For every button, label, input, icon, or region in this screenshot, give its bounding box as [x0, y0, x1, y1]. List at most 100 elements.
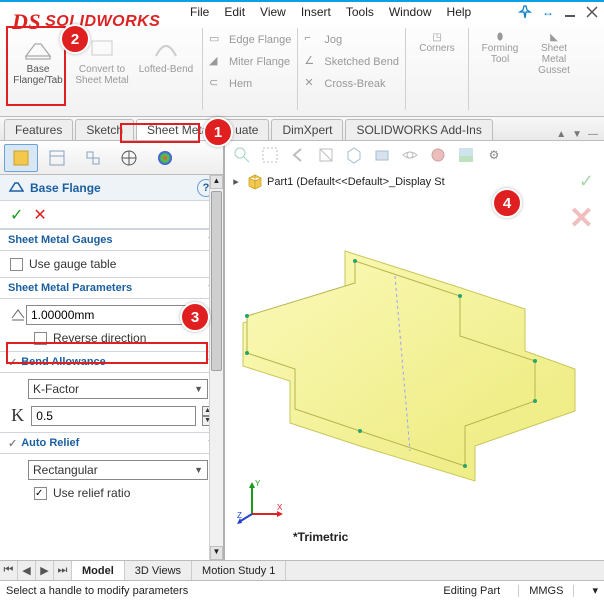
sketched-bend-icon: ∠	[304, 54, 320, 70]
tab-nav-first-icon[interactable]: ⏮	[0, 561, 18, 580]
jog-button[interactable]: ⌐Jog	[304, 30, 399, 50]
menu-help[interactable]: Help	[447, 5, 472, 19]
use-gauge-checkbox[interactable]: Use gauge table	[10, 257, 213, 271]
relief-type-select[interactable]: Rectangular▼	[28, 460, 208, 480]
k-label: K	[10, 405, 25, 426]
zoom-area-icon[interactable]	[259, 144, 281, 166]
tab-nav-next-icon[interactable]: ▶	[36, 561, 54, 580]
design-tree-row[interactable]: ▸ Part1 (Default<<Default>_Display St ✓	[225, 169, 604, 194]
forming-icon: ⬮	[497, 32, 503, 43]
expand-icon[interactable]: ▸	[229, 175, 243, 188]
search-icon[interactable]: ↔	[542, 5, 554, 19]
forming-tool-button[interactable]: ⬮ Forming Tool	[475, 28, 525, 110]
annotation-marker-2: 2	[60, 24, 90, 54]
gusset-button[interactable]: ◣ Sheet Metal Gusset	[529, 28, 579, 110]
panel-tab-property-icon[interactable]	[40, 144, 74, 172]
menu-window[interactable]: Window	[389, 5, 432, 19]
corners-icon: ◳	[432, 32, 441, 43]
corners-button[interactable]: ◳ Corners	[412, 28, 462, 110]
svg-text:X: X	[277, 503, 283, 512]
panel-scrollbar[interactable]: ▲ ▼	[209, 175, 223, 560]
display-style-icon[interactable]	[371, 144, 393, 166]
panel-tab-config-icon[interactable]	[76, 144, 110, 172]
expand-dd-icon[interactable]: ▼	[572, 129, 582, 140]
menu-tools[interactable]: Tools	[346, 5, 374, 19]
scroll-thumb[interactable]	[211, 191, 222, 371]
annotation-marker-4: 4	[492, 188, 522, 218]
menu-insert[interactable]: Insert	[301, 5, 331, 19]
thickness-icon	[10, 306, 26, 325]
panel-tab-feature-icon[interactable]	[4, 144, 38, 172]
minimize-icon[interactable]	[564, 6, 576, 18]
command-tabs: Features Sketch Sheet Metal uate DimXper…	[0, 117, 604, 141]
k-value-input[interactable]	[31, 406, 196, 426]
reject-icon[interactable]: ✕	[569, 201, 594, 236]
base-flange-title-icon	[8, 179, 24, 196]
jog-icon: ⌐	[304, 32, 320, 48]
status-more-icon[interactable]: ▾	[592, 584, 598, 597]
tab-dimxpert[interactable]: DimXpert	[271, 119, 343, 140]
bottom-tabs: ⏮ ◀ ▶ ⏭ Model 3D Views Motion Study 1	[0, 560, 604, 580]
tab-model[interactable]: Model	[72, 561, 125, 580]
annotation-marker-3: 3	[180, 302, 210, 332]
hem-button[interactable]: ⊂Hem	[209, 74, 291, 94]
thickness-input[interactable]	[26, 305, 191, 325]
sketched-bend-button[interactable]: ∠Sketched Bend	[304, 52, 399, 72]
expand-minus-icon[interactable]: —	[588, 129, 598, 140]
edge-flange-icon: ▭	[209, 32, 225, 48]
panel-tab-appearance-icon[interactable]	[148, 144, 182, 172]
bend-method-select[interactable]: K-Factor▼	[28, 379, 208, 399]
menu-view[interactable]: View	[260, 5, 286, 19]
menu-edit[interactable]: Edit	[224, 5, 245, 19]
tab-motion[interactable]: Motion Study 1	[192, 561, 286, 580]
annotation-marker-1: 1	[203, 117, 233, 147]
use-relief-ratio-checkbox[interactable]: Use relief ratio	[34, 486, 213, 500]
part-preview	[235, 241, 585, 501]
miter-flange-button[interactable]: ◢Miter Flange	[209, 52, 291, 72]
section-view-icon[interactable]	[315, 144, 337, 166]
hide-show-icon[interactable]	[399, 144, 421, 166]
menu-file[interactable]: File	[190, 5, 209, 19]
tab-features[interactable]: Features	[4, 119, 73, 140]
section-params-header[interactable]: Sheet Metal Parameters⌃	[0, 277, 223, 299]
view-settings-icon[interactable]: ⚙	[483, 144, 505, 166]
pin-icon[interactable]	[518, 5, 532, 19]
section-relief-header[interactable]: ✓Auto Relief⌃	[0, 432, 223, 454]
status-units[interactable]: MMGS	[518, 585, 574, 597]
menu-bar: File Edit View Insert Tools Window Help	[190, 5, 471, 19]
reverse-direction-checkbox[interactable]: Reverse direction	[34, 331, 213, 345]
scene-icon[interactable]	[455, 144, 477, 166]
gusset-icon: ◣	[550, 32, 558, 43]
close-icon[interactable]	[586, 6, 598, 18]
view-toolbar: ⚙	[225, 141, 604, 169]
scroll-up-icon[interactable]: ▲	[210, 175, 223, 189]
panel-tab-dim-icon[interactable]	[112, 144, 146, 172]
cross-break-button[interactable]: ✕Cross-Break	[304, 74, 399, 94]
accept-icon[interactable]: ✓	[579, 171, 594, 192]
tab-nav-last-icon[interactable]: ⏭	[54, 561, 72, 580]
tab-addins[interactable]: SOLIDWORKS Add-Ins	[345, 119, 492, 140]
svg-text:Y: Y	[255, 479, 261, 488]
svg-text:Z: Z	[237, 511, 242, 520]
tab-3dviews[interactable]: 3D Views	[125, 561, 192, 580]
miter-flange-icon: ◢	[209, 54, 225, 70]
expand-up-icon[interactable]: ▲	[556, 129, 566, 140]
tab-nav-prev-icon[interactable]: ◀	[18, 561, 36, 580]
viewport[interactable]: ⚙ ▸ Part1 (Default<<Default>_Display St …	[225, 141, 604, 560]
view-orientation-icon[interactable]	[343, 144, 365, 166]
ok-icon[interactable]: ✓	[10, 205, 23, 225]
section-bend-header[interactable]: ✓Bend Allowance⌃	[0, 351, 223, 373]
status-hint: Select a handle to modify parameters	[6, 585, 188, 597]
tab-sketch[interactable]: Sketch	[75, 119, 134, 140]
section-gauges-header[interactable]: Sheet Metal Gauges⌃	[0, 229, 223, 251]
zoom-fit-icon[interactable]	[231, 144, 253, 166]
check-icon: ✓	[8, 356, 17, 369]
cancel-icon[interactable]: ✕	[33, 205, 46, 225]
scroll-down-icon[interactable]: ▼	[210, 546, 223, 560]
appearance-icon[interactable]	[427, 144, 449, 166]
chevron-down-icon: ▼	[194, 465, 203, 475]
orientation-triad[interactable]: Y X Z	[237, 474, 287, 524]
status-bar: Select a handle to modify parameters Edi…	[0, 580, 604, 600]
prev-view-icon[interactable]	[287, 144, 309, 166]
edge-flange-button[interactable]: ▭Edge Flange	[209, 30, 291, 50]
